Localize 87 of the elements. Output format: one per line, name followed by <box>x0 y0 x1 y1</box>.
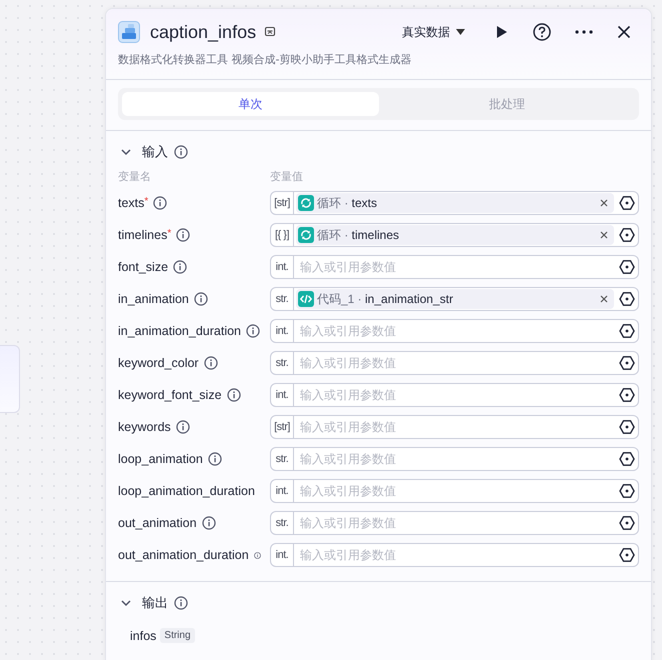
parameter-name: in_animation <box>118 292 189 306</box>
type-tag: int. <box>271 480 294 502</box>
loop-icon <box>298 195 314 211</box>
variable-picker-icon[interactable] <box>619 451 635 467</box>
input-field[interactable]: 输入或引用参数值 <box>296 452 614 466</box>
input-field[interactable]: 输入或引用参数值 <box>296 420 614 434</box>
parameter-field[interactable]: str. 输入或引用参数值 <box>270 511 639 535</box>
loop-icon <box>298 227 314 243</box>
data-mode-dropdown[interactable]: 真实数据 <box>402 24 465 40</box>
reference-chip[interactable]: 代码_1 · in_animation_str <box>296 289 614 309</box>
reference-text: 循环 · timelines <box>317 226 400 244</box>
input-field[interactable]: 输入或引用参数值 <box>296 484 614 498</box>
type-tag: str. <box>271 448 294 470</box>
variable-picker-icon[interactable] <box>619 291 635 307</box>
parameter-name: out_animation_duration <box>118 548 249 562</box>
type-tag: str. <box>271 352 294 374</box>
input-field[interactable]: 输入或引用参数值 <box>296 516 614 530</box>
dropdown-caret-icon <box>456 29 465 35</box>
type-tag: int. <box>271 320 294 342</box>
help-icon[interactable] <box>533 23 551 41</box>
variable-picker-icon[interactable] <box>619 259 635 275</box>
type-tag: String <box>160 628 195 643</box>
parameter-name: texts* <box>118 196 148 210</box>
parameter-name: keyword_font_size <box>118 388 222 402</box>
reference-text: 代码_1 · in_animation_str <box>317 290 454 308</box>
parameter-name: loop_animation_duration <box>118 484 255 498</box>
close-icon[interactable] <box>617 25 631 39</box>
type-tag: [{ }] <box>271 224 294 246</box>
code-icon <box>298 291 314 307</box>
more-icon[interactable] <box>575 30 593 34</box>
parameter-field[interactable]: int. 输入或引用参数值 <box>270 543 639 567</box>
type-tag: [str] <box>271 192 294 214</box>
type-tag: int. <box>271 384 294 406</box>
input-field[interactable]: 输入或引用参数值 <box>296 260 614 274</box>
parameter-field[interactable]: int. 输入或引用参数值 <box>270 479 639 503</box>
parameter-name: font_size <box>118 260 168 274</box>
plugin-icon <box>264 26 276 38</box>
variable-picker-icon[interactable] <box>619 547 635 563</box>
reference-chip[interactable]: 循环 · texts <box>296 193 614 213</box>
column-header: 变量值 <box>270 168 303 184</box>
parameter-field[interactable]: int. 输入或引用参数值 <box>270 319 639 343</box>
node-description: 数据格式化转换器工具 视频合成-剪映小助手工具格式生成器 <box>118 52 412 67</box>
type-tag: str. <box>271 512 294 534</box>
parameter-field[interactable]: str. 输入或引用参数值 <box>270 447 639 471</box>
input-field[interactable]: 输入或引用参数值 <box>296 548 614 562</box>
parameter-name: keywords <box>118 420 171 434</box>
type-tag: int. <box>271 256 294 278</box>
variable-picker-icon[interactable] <box>619 387 635 403</box>
tab[interactable]: 单次 <box>122 92 378 116</box>
variable-picker-icon[interactable] <box>619 355 635 371</box>
parameter-name: loop_animation <box>118 452 203 466</box>
reference-chip[interactable]: 循环 · timelines <box>296 225 614 245</box>
type-tag: [str] <box>271 416 294 438</box>
variable-picker-icon[interactable] <box>619 419 635 435</box>
parameter-field[interactable]: int. 输入或引用参数值 <box>270 383 639 407</box>
input-field[interactable]: 输入或引用参数值 <box>296 388 614 402</box>
input-field[interactable]: 输入或引用参数值 <box>296 356 614 370</box>
clear-icon[interactable] <box>600 295 608 303</box>
clear-icon[interactable] <box>600 199 608 207</box>
parameter-field[interactable]: int. 输入或引用参数值 <box>270 255 639 279</box>
variable-picker-icon[interactable] <box>619 195 635 211</box>
node-title: caption_infos <box>150 22 256 42</box>
parameter-field[interactable]: str. 代码_1 · in_animation_str <box>270 287 639 311</box>
parameter-name: keyword_color <box>118 356 199 370</box>
section-title: 输入 <box>142 144 168 161</box>
tool-logo-icon <box>118 21 140 43</box>
parameter-field[interactable]: [str] 循环 · texts <box>270 191 639 215</box>
type-tag: int. <box>271 544 294 566</box>
parameter-name: timelines* <box>118 228 172 242</box>
variable-picker-icon[interactable] <box>619 515 635 531</box>
variable-picker-icon[interactable] <box>619 483 635 499</box>
parameter-field[interactable]: [str] 输入或引用参数值 <box>270 415 639 439</box>
parameter-field[interactable]: str. 输入或引用参数值 <box>270 351 639 375</box>
clear-icon[interactable] <box>600 231 608 239</box>
variable-picker-icon[interactable] <box>619 227 635 243</box>
input-field[interactable]: 输入或引用参数值 <box>296 324 614 338</box>
reference-text: 循环 · texts <box>317 194 378 212</box>
parameter-field[interactable]: [{ }] 循环 · timelines <box>270 223 639 247</box>
info-icon <box>174 596 188 610</box>
parameter-name: in_animation_duration <box>118 324 242 338</box>
parameter-name: out_animation <box>118 516 197 530</box>
type-tag: str. <box>271 288 294 310</box>
section-title: 输出 <box>142 595 168 612</box>
info-icon <box>174 145 188 159</box>
output-name: infos <box>130 628 156 642</box>
variable-picker-icon[interactable] <box>619 323 635 339</box>
column-header: 变量名 <box>118 168 151 184</box>
